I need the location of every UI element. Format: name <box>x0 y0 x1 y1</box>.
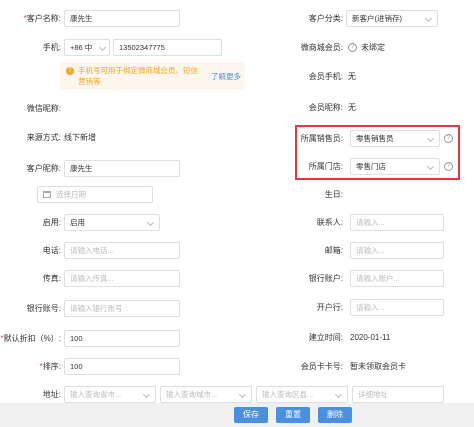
warning-text-line2: 营销等 <box>78 77 101 86</box>
fax-input[interactable]: 请输入传真... <box>64 270 180 287</box>
help-icon[interactable]: ? <box>348 43 357 52</box>
category-label: 客户分类: <box>308 14 343 23</box>
created-label: 建立时间: <box>308 333 343 342</box>
help-icon[interactable]: ? <box>444 162 453 171</box>
phone-warning-box: ! 手机号可用于绑定微商城会员、短信 营销等 了解更多 <box>60 62 245 90</box>
store-select[interactable]: 零售门店 <box>350 158 440 175</box>
member-phone-label: 会员手机: <box>308 72 343 81</box>
chevron-down-icon <box>142 390 151 399</box>
help-icon[interactable]: ? <box>444 134 453 143</box>
member-nick-label: 会员昵称: <box>308 103 343 112</box>
province-select[interactable]: 输入查询省市... <box>64 386 156 403</box>
enable-select[interactable]: 启用 <box>64 214 160 231</box>
city-select[interactable]: 输入查询城市... <box>160 386 252 403</box>
chevron-down-icon <box>426 134 435 143</box>
source-label: 来源方式: <box>26 133 61 142</box>
warning-text-line1: 手机号可用于绑定微商城会员、短信 <box>78 66 198 75</box>
phone-input[interactable]: 13502347775 <box>113 39 222 56</box>
contact-label: 联系人: <box>316 218 343 227</box>
store-label: 所属门店: <box>308 162 343 171</box>
chevron-down-icon <box>426 162 435 171</box>
district-select[interactable]: 输入查询区县... <box>256 386 348 403</box>
phone2-input[interactable]: 请输入电话... <box>64 242 180 259</box>
card-value: 暂未领取会员卡 <box>350 362 406 371</box>
learn-more-link[interactable]: 了解更多 <box>211 72 241 82</box>
birthday-label: 生日: <box>324 190 343 199</box>
address-label: 地址: <box>42 390 61 399</box>
birthday-datepicker[interactable]: 选择日期 <box>37 186 153 203</box>
reset-button[interactable]: 重置 <box>276 407 310 423</box>
bank-label: 银行账户: <box>308 274 343 283</box>
chevron-down-icon <box>424 14 433 23</box>
sort-input[interactable]: 100 <box>64 358 180 375</box>
email-input[interactable]: 请输入... <box>350 242 444 259</box>
enable-label: 启用: <box>42 218 61 227</box>
mall-member-value: 未绑定 <box>361 43 385 52</box>
sort-label: *排序: <box>39 362 61 371</box>
bank-account-no-input[interactable]: 请输入银行账号... <box>64 300 180 317</box>
warning-icon: ! <box>66 67 74 75</box>
source-value: 线下新增 <box>64 133 96 142</box>
customer-name-input[interactable]: 康先生 <box>64 10 180 27</box>
sales-select[interactable]: 零售销售员 <box>350 130 440 147</box>
contact-input[interactable]: 请输入... <box>350 214 444 231</box>
customer-name-label: *客户名称: <box>23 14 61 23</box>
mall-member-label: 微商城会员: <box>300 43 343 52</box>
nickname-label: 客户昵称: <box>26 164 61 173</box>
bank-input[interactable]: 请输入账户... <box>350 270 444 287</box>
discount-input[interactable]: 100 <box>64 330 180 347</box>
phone-country-select[interactable]: +86 中 <box>64 39 110 56</box>
email-label: 邮箱: <box>324 246 343 255</box>
member-nick-value: 无 <box>348 103 356 112</box>
nickname-input[interactable]: 康先生 <box>64 160 180 177</box>
phone-label: 手机: <box>42 43 61 52</box>
bank-branch-label: 开户行: <box>316 303 343 312</box>
detail-address-input[interactable]: 详细地址 <box>352 386 444 403</box>
sales-label: 所属销售员: <box>300 134 343 143</box>
wechat-nick-label: 微信昵称: <box>26 104 61 113</box>
category-select[interactable]: 新客户(进销存) <box>346 10 438 27</box>
bank-account-no-label: 银行账号: <box>26 304 61 313</box>
chevron-down-icon <box>98 43 107 52</box>
card-label: 会员卡卡号: <box>300 362 343 371</box>
delete-button[interactable]: 删除 <box>318 407 352 423</box>
chevron-down-icon <box>238 390 247 399</box>
save-button[interactable]: 保存 <box>234 407 268 423</box>
bank-branch-input[interactable]: 请输入... <box>350 299 444 316</box>
chevron-down-icon <box>334 390 343 399</box>
discount-label: *默认折扣（%）: <box>0 334 61 343</box>
member-phone-value: 无 <box>348 72 356 81</box>
fax-label: 传真: <box>42 274 61 283</box>
calendar-icon <box>43 191 51 198</box>
created-value: 2020-01-11 <box>350 333 391 342</box>
chevron-down-icon <box>146 218 155 227</box>
phone2-label: 电话: <box>42 246 61 255</box>
